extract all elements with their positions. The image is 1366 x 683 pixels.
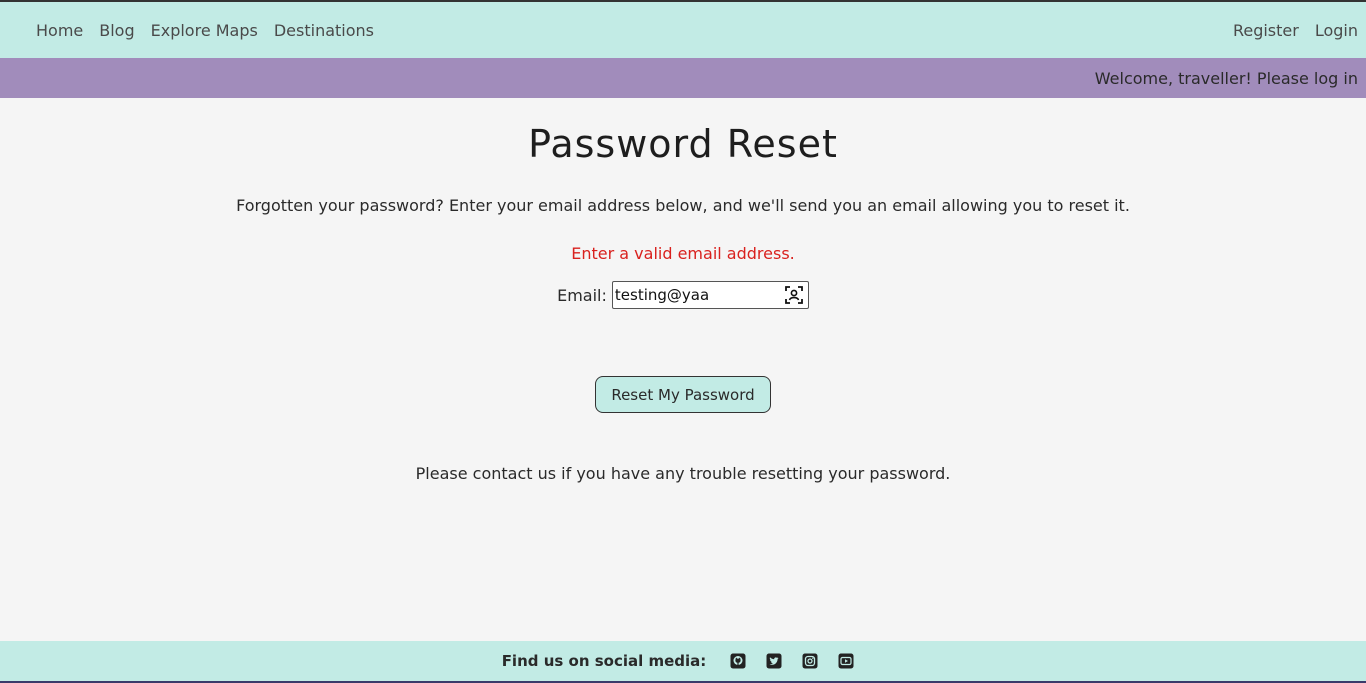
email-error-message: Enter a valid email address. (571, 244, 795, 263)
nav-home-link[interactable]: Home (28, 21, 91, 40)
github-icon[interactable] (728, 651, 748, 671)
twitter-icon[interactable] (764, 651, 784, 671)
email-input[interactable] (612, 282, 778, 308)
nav-destinations-link[interactable]: Destinations (266, 21, 382, 40)
contact-note: Please contact us if you have any troubl… (415, 464, 951, 483)
email-label: Email: (557, 285, 607, 305)
nav-login-link[interactable]: Login (1299, 21, 1358, 40)
page-title: Password Reset (528, 122, 838, 166)
welcome-banner: Welcome, traveller! Please log in (0, 58, 1366, 98)
contact-autofill-icon[interactable] (784, 285, 804, 305)
instagram-icon[interactable] (800, 651, 820, 671)
reset-password-button[interactable]: Reset My Password (595, 376, 771, 413)
nav-explore-maps-link[interactable]: Explore Maps (143, 21, 266, 40)
nav-right: Register Login (1217, 21, 1358, 40)
footer: Find us on social media: (0, 641, 1366, 683)
intro-text: Forgotten your password? Enter your emai… (236, 196, 1130, 215)
nav-left: Home Blog Explore Maps Destinations (28, 21, 382, 40)
welcome-message: Welcome, traveller! Please log in (1094, 68, 1358, 88)
email-field[interactable] (611, 281, 809, 309)
main-content: Password Reset Forgotten your password? … (0, 98, 1366, 641)
footer-social-label: Find us on social media: (501, 652, 707, 670)
nav-register-link[interactable]: Register (1217, 21, 1299, 40)
nav-blog-link[interactable]: Blog (91, 21, 142, 40)
youtube-icon[interactable] (836, 651, 856, 671)
email-form-row: Email: (0, 281, 1366, 309)
navbar: Home Blog Explore Maps Destinations Regi… (0, 0, 1366, 58)
